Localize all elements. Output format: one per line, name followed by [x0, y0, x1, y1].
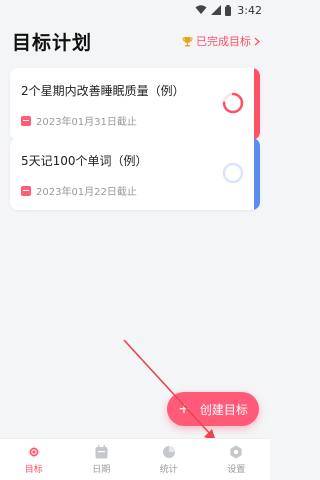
target-icon: [27, 445, 41, 458]
goal-title: 2个星期内改善睡眠质量（例）: [21, 84, 185, 98]
create-goal-button[interactable]: + 创建目标: [167, 392, 259, 426]
header: 目标计划 已完成目标: [0, 26, 270, 56]
completed-goals-label: 已完成目标: [196, 35, 251, 48]
trophy-icon: [182, 36, 193, 46]
page-title: 目标计划: [12, 31, 93, 54]
signal-icon: [211, 5, 222, 15]
progress-ring: [222, 92, 244, 114]
battery-icon: [225, 4, 232, 16]
completed-goals-link[interactable]: 已完成目标: [182, 33, 260, 49]
goal-accent-bar: [254, 138, 260, 210]
goal-deadline: 2023年01月22日截止: [21, 183, 137, 198]
goal-card[interactable]: 2个星期内改善睡眠质量（例） 2023年01月31日截止: [10, 68, 260, 140]
tab-goals[interactable]: 目标: [0, 439, 68, 480]
chevron-right-icon: [254, 37, 260, 45]
goal-accent-bar: [254, 68, 260, 140]
calendar-icon: [95, 444, 108, 458]
tab-date[interactable]: 日期: [68, 439, 136, 480]
status-time: 3:42: [237, 3, 262, 17]
tab-label: 日期: [92, 464, 111, 475]
settings-icon: [230, 445, 242, 458]
status-bar: 3:42: [0, 0, 270, 20]
tab-label: 设置: [227, 464, 246, 475]
tab-label: 目标: [24, 464, 43, 475]
progress-ring: [222, 162, 244, 184]
tab-label: 统计: [159, 464, 178, 475]
calendar-icon: [21, 115, 31, 126]
goal-deadline-text: 2023年01月22日截止: [36, 187, 137, 198]
calendar-icon: [21, 185, 31, 196]
pie-chart-icon: [162, 445, 175, 458]
wifi-icon: [195, 5, 207, 14]
plus-icon: +: [178, 401, 190, 417]
create-goal-label: 创建目标: [199, 402, 248, 417]
goal-deadline: 2023年01月31日截止: [21, 113, 137, 128]
tab-statistics[interactable]: 统计: [135, 439, 203, 480]
bottom-tab-bar: 目标 日期 统计 设置: [0, 438, 270, 480]
goal-title: 5天记100个单词（例）: [21, 154, 148, 168]
goal-deadline-text: 2023年01月31日截止: [36, 117, 137, 128]
goal-card[interactable]: 5天记100个单词（例） 2023年01月22日截止: [10, 138, 260, 210]
tab-settings[interactable]: 设置: [203, 439, 271, 480]
